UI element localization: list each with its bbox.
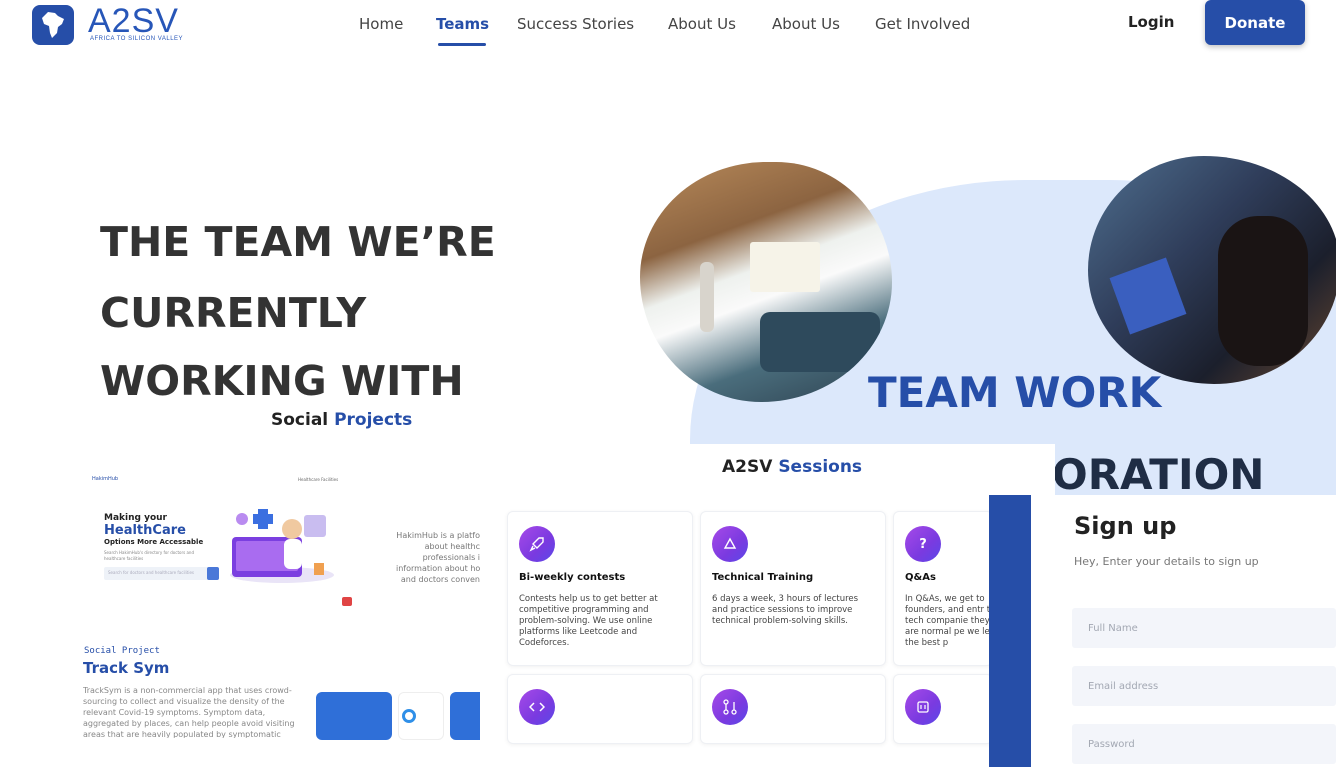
hakimhub-healthcare: HealthCare (104, 523, 186, 538)
tracksym-screenshot-3 (450, 692, 480, 740)
password-input[interactable] (1072, 724, 1336, 764)
social-heading-a: Social (271, 410, 329, 430)
signup-title: Sign up (1074, 512, 1177, 540)
hakimhub-making: Making your (104, 513, 167, 523)
signup-subtitle: Hey, Enter your details to sign up (1074, 555, 1259, 568)
hakimhub-logo[interactable]: HakimHub (92, 476, 118, 482)
hero-line-2: CURRENTLY (100, 289, 367, 337)
nav-success-stories[interactable]: Success Stories (517, 15, 634, 33)
social-project-description: TrackSym is a non-commercial app that us… (83, 686, 295, 738)
social-projects-heading: Social Projects (271, 410, 412, 430)
teamwork-heading: TEAM WORK (868, 368, 1162, 417)
doctor-laptop-illustration (222, 507, 337, 587)
donut-chart-icon (402, 709, 416, 723)
rocket-icon (519, 526, 555, 562)
hakimhub-para-line: HakimHub is a platfo (396, 531, 480, 540)
session-card-title: Q&As (905, 572, 936, 583)
hakimhub-small-text: Search HakimHub's directory for doctors … (104, 550, 194, 561)
full-name-input[interactable] (1072, 608, 1336, 648)
session-card-contests[interactable]: Bi-weekly contests Contests help us to g… (507, 511, 693, 666)
sessions-heading-a: A2SV (722, 457, 773, 477)
session-card-4[interactable] (507, 674, 693, 744)
hero-line-3: WORKING WITH (100, 357, 464, 405)
nav-active-indicator (438, 43, 486, 46)
collaboration-heading: ORATION (1052, 450, 1265, 499)
search-icon[interactable] (207, 567, 219, 580)
session-card-qna[interactable]: ? Q&As In Q&As, we get to founders, and … (893, 511, 993, 666)
nav-get-involved[interactable]: Get Involved (875, 15, 970, 33)
hero-line-1: THE TEAM WE’RE (100, 218, 496, 266)
question-icon: ? (905, 526, 941, 562)
hakimhub-para-line: about healthc (424, 542, 480, 551)
logo-tagline: AFRICA TO SILICON VALLEY (90, 36, 184, 42)
tracksym-chart-screenshot (398, 692, 444, 740)
session-card-5[interactable] (700, 674, 886, 744)
hakimhub-search-placeholder: Search for doctors and healthcare facili… (108, 570, 195, 575)
session-card-training[interactable]: Technical Training 6 days a week, 3 hour… (700, 511, 886, 666)
hakimhub-para-line: professionals i (422, 553, 480, 562)
session-card-title: Bi-weekly contests (519, 572, 626, 583)
logo-africa-icon[interactable] (32, 5, 74, 45)
hakimhub-nav[interactable]: Healthcare Facilities (298, 477, 338, 482)
merge-icon (712, 689, 748, 725)
tracksym-map-screenshot (316, 692, 392, 740)
nav-about-us[interactable]: About Us (668, 15, 736, 33)
hakimhub-options: Options More Accessable (104, 538, 204, 546)
hakimhub-para-line: information about ho (396, 564, 480, 573)
hakimhub-health: Health (104, 523, 153, 538)
hakimhub-description: HakimHub is a platfo about healthc profe… (396, 530, 480, 585)
code-icon (519, 689, 555, 725)
triangle-icon (712, 526, 748, 562)
hakimhub-para-line: and doctors conven (400, 575, 480, 584)
social-heading-b: Projects (334, 410, 413, 430)
signup-side-bar (989, 495, 1031, 767)
email-input[interactable] (1072, 666, 1336, 706)
hakimhub-search-input[interactable]: Search for doctors and healthcare facili… (104, 567, 219, 580)
board-icon (905, 689, 941, 725)
women-coding-photo (1088, 156, 1336, 384)
nav-teams[interactable]: Teams (436, 15, 489, 33)
session-card-desc: In Q&As, we get to founders, and entr to… (905, 594, 992, 648)
hakimhub-care: Care (152, 523, 186, 538)
session-card-6[interactable] (893, 674, 993, 744)
donate-button[interactable]: Donate (1205, 0, 1305, 45)
nav-home[interactable]: Home (359, 15, 403, 33)
nav-about-us-2[interactable]: About Us (772, 15, 840, 33)
social-project-title[interactable]: Track Sym (83, 659, 169, 677)
team-meeting-photo (640, 162, 892, 402)
sessions-heading-b: Sessions (778, 457, 863, 477)
social-project-label: Social Project (84, 646, 160, 656)
login-link[interactable]: Login (1128, 13, 1174, 31)
session-card-title: Technical Training (712, 572, 814, 583)
session-card-desc: Contests help us to get better at compet… (519, 594, 658, 648)
sessions-heading: A2SV Sessions (722, 457, 862, 477)
session-card-desc: 6 days a week, 3 hours of lectures and p… (712, 594, 859, 626)
chat-icon[interactable] (342, 597, 352, 606)
